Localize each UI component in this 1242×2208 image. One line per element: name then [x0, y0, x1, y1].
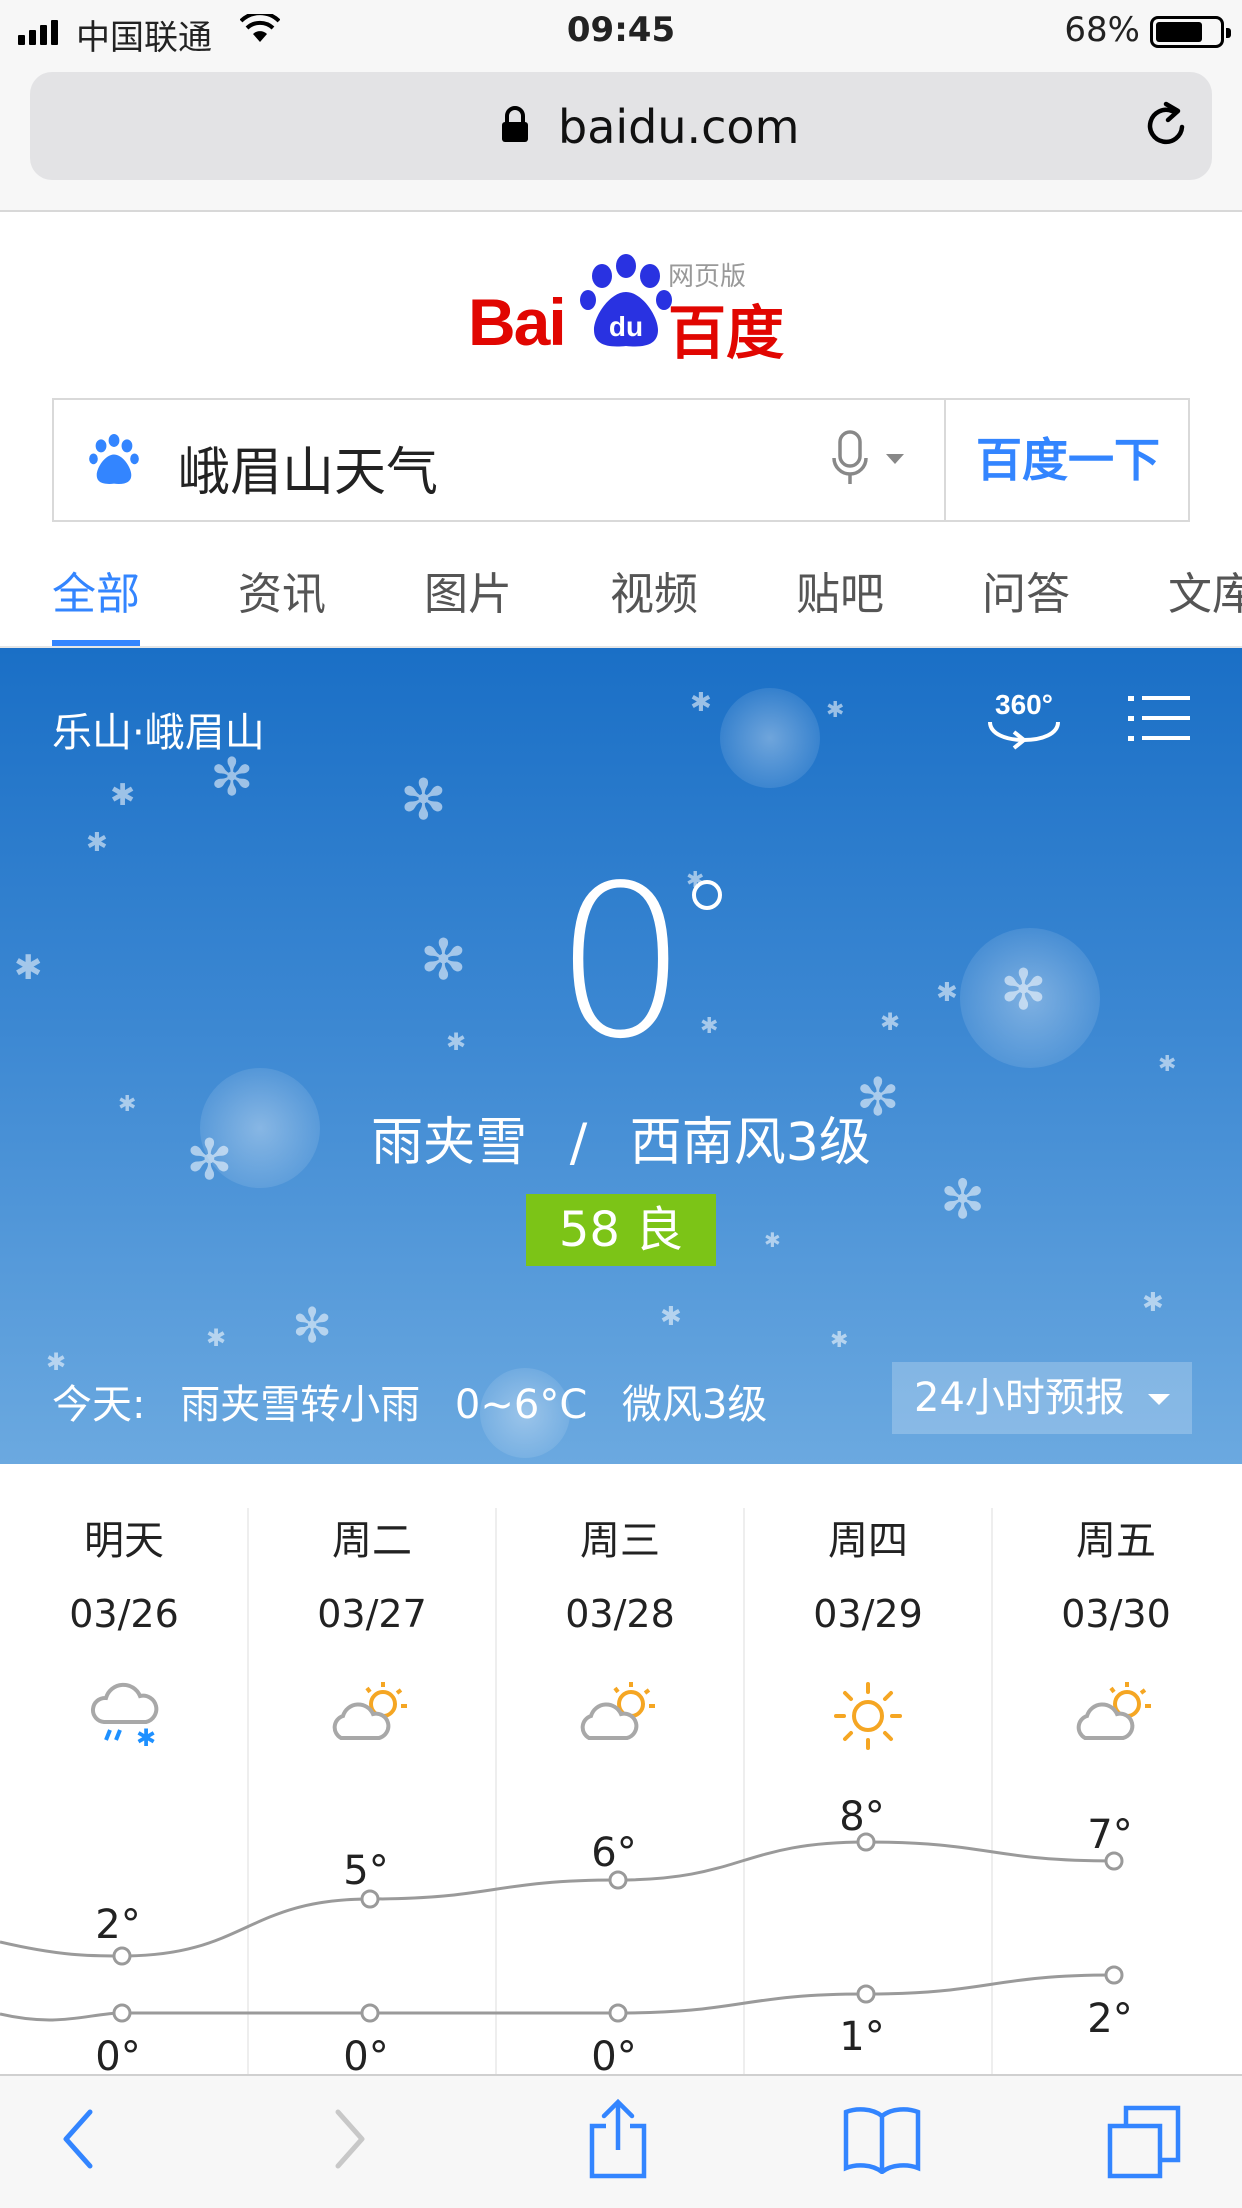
back-icon[interactable]	[58, 2104, 98, 2174]
search-input[interactable]: 峨眉山天气	[178, 430, 438, 505]
search-box: 峨眉山天气 百度一下	[52, 398, 1190, 522]
air-quality-badge[interactable]: 58 良	[526, 1194, 716, 1266]
search-tabs: 全部 资讯 图片 视频 贴吧 问答 文库	[0, 540, 1242, 648]
temperature-chart	[0, 1832, 1124, 2023]
high-temp-point	[112, 1946, 132, 1966]
battery-icon	[1150, 16, 1231, 48]
active-tab-indicator	[52, 640, 140, 646]
low-temp-label: 0°	[95, 2034, 141, 2074]
baidu-logo[interactable]: Bai du 百度 网页版	[468, 254, 788, 367]
paw-icon	[89, 434, 139, 484]
low-temp-point	[360, 2003, 380, 2023]
low-temp-label: 1°	[839, 2014, 885, 2060]
high-temp-label: 7°	[1087, 1812, 1133, 1858]
low-temp-label: 0°	[591, 2034, 637, 2074]
low-temp-point	[112, 2003, 132, 2023]
tab-all[interactable]: 全部	[52, 558, 140, 622]
search-button[interactable]: 百度一下	[944, 400, 1190, 520]
address-bar[interactable]: baidu.com	[30, 72, 1212, 180]
tabs-icon[interactable]	[1106, 2104, 1182, 2180]
low-temp-point	[608, 2003, 628, 2023]
svg-text:360°: 360°	[995, 689, 1053, 720]
high-temp-label: 8°	[839, 1794, 885, 1840]
logo-version-label: 网页版	[668, 262, 747, 292]
url-domain: baidu.com	[558, 100, 800, 154]
menu-list-icon[interactable]	[1128, 694, 1190, 744]
today-summary: 今天: 雨夹雪转小雨 0~6°C 微风3级	[52, 1382, 768, 1428]
tab-news[interactable]: 资讯	[238, 558, 326, 622]
panorama-360-icon[interactable]: 360°	[984, 688, 1064, 752]
low-temp-label: 2°	[1087, 1996, 1133, 2042]
low-temp-point	[1104, 1965, 1124, 1985]
current-condition: 雨夹雪 / 西南风3级	[371, 1113, 871, 1173]
chevron-down-icon	[1148, 1394, 1170, 1405]
hourly-forecast-button[interactable]: 24小时预报	[892, 1362, 1192, 1434]
browser-toolbar	[0, 2074, 1242, 2208]
clock: 09:45	[566, 10, 676, 50]
tab-library[interactable]: 文库	[1168, 558, 1242, 622]
baidu-paw-icon: du	[580, 254, 672, 347]
low-temp-line	[0, 1973, 1115, 2022]
daily-forecast[interactable]: 明天 03/26 ✱ 周二 03/27 周三 03/28 周四 03/29 周五…	[0, 1464, 1242, 2074]
tab-images[interactable]: 图片	[424, 558, 512, 622]
high-temp-label: 6°	[591, 1830, 637, 1876]
forward-icon[interactable]	[330, 2104, 370, 2174]
tab-qa[interactable]: 问答	[982, 558, 1070, 622]
low-temp-label: 0°	[343, 2034, 389, 2074]
battery-percent: 68%	[1064, 10, 1140, 50]
high-temp-line	[0, 1840, 1115, 1958]
lock-icon	[502, 106, 528, 142]
browser-header: baidu.com	[0, 64, 1242, 212]
reload-icon[interactable]	[1142, 100, 1190, 150]
svg-text:du: du	[609, 311, 643, 342]
high-temp-label: 5°	[343, 1848, 389, 1894]
tab-tieba[interactable]: 贴吧	[796, 558, 884, 622]
chevron-down-icon[interactable]	[886, 454, 904, 464]
high-temp-label: 2°	[95, 1902, 141, 1948]
share-icon[interactable]	[586, 2098, 650, 2180]
status-bar: 中国联通 09:45 68%	[0, 0, 1242, 64]
location-label[interactable]: 乐山·峨眉山	[52, 700, 265, 758]
microphone-icon[interactable]	[830, 430, 870, 488]
tab-videos[interactable]: 视频	[610, 558, 698, 622]
current-temperature: 0	[554, 840, 688, 1085]
weather-card[interactable]: ✻ ✻ ✱ ✱ ✻ ✱ ✱ ✻ ✱ ✻ ✱ ✱ ✱ ✱ ✱ ✱ ✻ ✱ ✱ ✻ …	[0, 648, 1242, 1464]
bookmarks-icon[interactable]	[842, 2104, 922, 2174]
low-temp-point	[856, 1984, 876, 2004]
degree-symbol	[692, 880, 722, 910]
